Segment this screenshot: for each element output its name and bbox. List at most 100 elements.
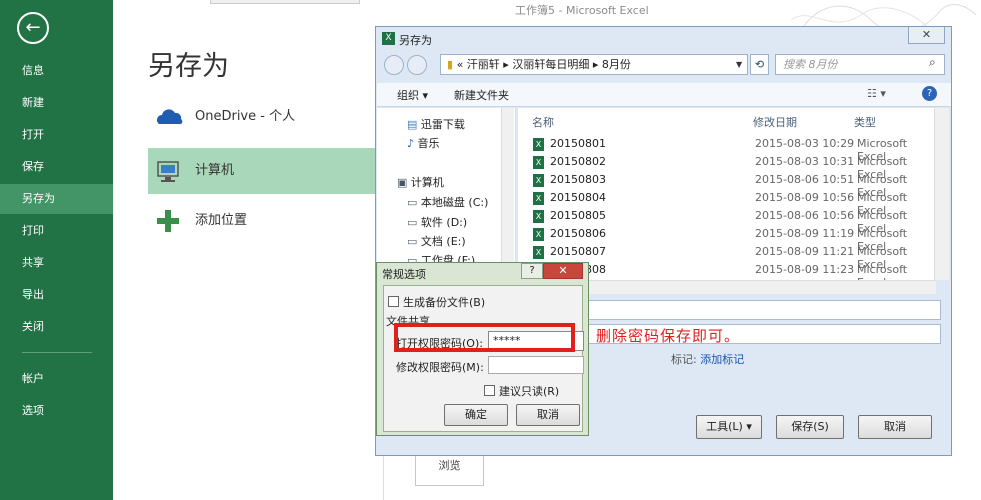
excel-file-icon: X: [533, 174, 544, 187]
place-computer[interactable]: 计算机: [148, 148, 378, 194]
backup-label: 生成备份文件(B): [403, 296, 486, 309]
highlight-box: [394, 323, 575, 352]
breadcrumb-sep: ▸: [503, 58, 509, 71]
drive-icon: ▭: [407, 216, 418, 229]
tree-item[interactable]: ▭ 本地磁盘 (C:): [407, 194, 488, 210]
tags-label: 标记:: [671, 353, 697, 366]
nav-save[interactable]: 保存: [0, 152, 113, 182]
tree-scrollbar[interactable]: [501, 108, 514, 268]
nav-close[interactable]: 关闭: [0, 312, 113, 342]
computer-icon: [157, 161, 179, 182]
close-button[interactable]: ✕: [908, 27, 945, 44]
title-bar-fragment: [210, 0, 360, 4]
forward-button[interactable]: [407, 55, 427, 75]
add-tags-link[interactable]: 添加标记: [700, 353, 744, 366]
excel-file-icon: X: [533, 192, 544, 205]
window-title: 工作簿5 - Microsoft Excel: [515, 4, 649, 17]
nav-save-as[interactable]: 另存为: [0, 184, 113, 214]
breadcrumb-overflow[interactable]: «: [457, 58, 464, 71]
breadcrumb-item[interactable]: 汗丽轩: [467, 58, 500, 71]
tree-item[interactable]: ▤ 迅雷下载: [407, 116, 465, 132]
read-only-label: 建议只读(R): [499, 385, 560, 398]
annotation-text: 删除密码保存即可。: [596, 327, 741, 345]
back-arrow-icon[interactable]: ←: [17, 12, 49, 44]
breadcrumb-item[interactable]: 8月份: [602, 58, 631, 71]
excel-file-icon: X: [533, 210, 544, 223]
options-cancel-button[interactable]: 取消: [516, 404, 580, 426]
backup-checkbox[interactable]: [388, 296, 399, 307]
help-icon[interactable]: ?: [922, 86, 937, 101]
search-input[interactable]: 搜索 8月份: [775, 54, 945, 75]
address-dropdown-icon[interactable]: ▼: [736, 60, 742, 69]
close-button[interactable]: ✕: [543, 263, 583, 279]
folder-tree: ▤ 迅雷下载 ♪ 音乐 ▣ 计算机 ▭ 本地磁盘 (C:) ▭ 软件 (D:) …: [377, 108, 516, 268]
column-date[interactable]: 修改日期: [753, 114, 797, 130]
nav-open[interactable]: 打开: [0, 120, 113, 150]
back-button[interactable]: [384, 55, 404, 75]
new-folder-button[interactable]: 新建文件夹: [454, 87, 509, 103]
nav-print[interactable]: 打印: [0, 216, 113, 246]
file-row[interactable]: X 20150802 2015-08-03 10:31 Microsoft Excel: [528, 154, 933, 181]
tags-row: 标记: 添加标记: [671, 351, 744, 367]
save-button[interactable]: 保存(S): [776, 415, 844, 439]
refresh-icon[interactable]: ⟲: [750, 54, 769, 75]
nav-account[interactable]: 帐户: [0, 364, 113, 394]
place-add-label: 添加位置: [195, 213, 248, 228]
nav-divider: [22, 352, 92, 353]
options-body: 生成备份文件(B) 文件共享 打开权限密码(O): ***** 修改权限密码(M…: [383, 285, 584, 432]
file-row[interactable]: X 20150806 2015-08-09 11:19 Microsoft Excel: [528, 226, 933, 253]
place-add-location[interactable]: 添加位置: [148, 198, 378, 244]
tree-item[interactable]: ▭ 文档 (E:): [407, 233, 466, 249]
search-icon[interactable]: ⌕: [929, 55, 936, 70]
column-name[interactable]: 名称: [532, 114, 554, 130]
options-title: 常规选项: [382, 268, 426, 281]
excel-file-icon: X: [533, 246, 544, 259]
modify-password-input[interactable]: [488, 356, 584, 374]
excel-file-icon: X: [533, 138, 544, 151]
excel-file-icon: X: [533, 156, 544, 169]
view-icon[interactable]: ☷ ▾: [867, 87, 886, 100]
place-onedrive[interactable]: OneDrive - 个人: [148, 94, 378, 140]
cancel-button[interactable]: 取消: [858, 415, 932, 439]
file-row[interactable]: X 20150801 2015-08-03 10:29 Microsoft Excel: [528, 136, 933, 163]
drive-icon: ▭: [407, 235, 418, 248]
organize-button[interactable]: 组织 ▾: [397, 87, 428, 103]
download-icon: ▤: [407, 118, 418, 131]
tree-item[interactable]: ♪ 音乐: [407, 135, 440, 151]
place-onedrive-label: OneDrive - 个人: [195, 109, 296, 124]
plus-icon: [157, 210, 179, 232]
column-type[interactable]: 类型: [854, 114, 876, 130]
read-only-checkbox[interactable]: [484, 385, 495, 396]
music-icon: ♪: [407, 137, 415, 150]
place-computer-label: 计算机: [195, 163, 235, 178]
cloud-icon: [157, 109, 183, 124]
file-row[interactable]: X 20150803 2015-08-06 10:51 Microsoft Excel: [528, 172, 933, 199]
nav-new[interactable]: 新建: [0, 88, 113, 118]
file-row[interactable]: X 20150807 2015-08-09 11:21 Microsoft Excel: [528, 244, 933, 271]
nav-share[interactable]: 共享: [0, 248, 113, 278]
excel-file-icon: X: [533, 228, 544, 241]
file-row[interactable]: X 20150804 2015-08-09 10:56 Microsoft Excel: [528, 190, 933, 217]
nav-info[interactable]: 信息: [0, 56, 113, 86]
list-scrollbar[interactable]: [934, 108, 949, 280]
tree-item[interactable]: ▭ 软件 (D:): [407, 214, 467, 230]
breadcrumb-item[interactable]: 汉丽轩每日明细: [512, 58, 589, 71]
page-title: 另存为: [148, 51, 229, 82]
breadcrumb-sep: ▸: [592, 58, 599, 71]
nav-options[interactable]: 选项: [0, 396, 113, 426]
nav-export[interactable]: 导出: [0, 280, 113, 310]
backstage-sidebar: ← 信息 新建 打开 保存 另存为 打印 共享 导出 关闭 帐户 选项: [0, 0, 113, 500]
file-list: 名称 修改日期 类型 X 20150801 2015-08-03 10:29 Micr…: [518, 108, 936, 289]
tree-item[interactable]: ▣ 计算机: [397, 174, 444, 190]
modify-password-label: 修改权限密码(M):: [396, 361, 484, 374]
file-row[interactable]: X 20150805 2015-08-06 10:56 Microsoft Excel: [528, 208, 933, 235]
computer-icon: ▣: [397, 176, 408, 189]
drive-icon: ▭: [407, 196, 418, 209]
tools-button[interactable]: 工具(L) ▾: [696, 415, 762, 439]
dialog-toolbar: 组织 ▾ 新建文件夹 ☷ ▾ ?: [377, 83, 951, 107]
excel-icon: X: [382, 32, 395, 45]
ok-button[interactable]: 确定: [444, 404, 508, 426]
help-button[interactable]: ?: [521, 263, 543, 279]
address-bar[interactable]: ▮ « 汗丽轩 ▸ 汉丽轩每日明细 ▸ 8月份: [440, 54, 748, 75]
dialog-title: 另存为: [399, 34, 432, 47]
